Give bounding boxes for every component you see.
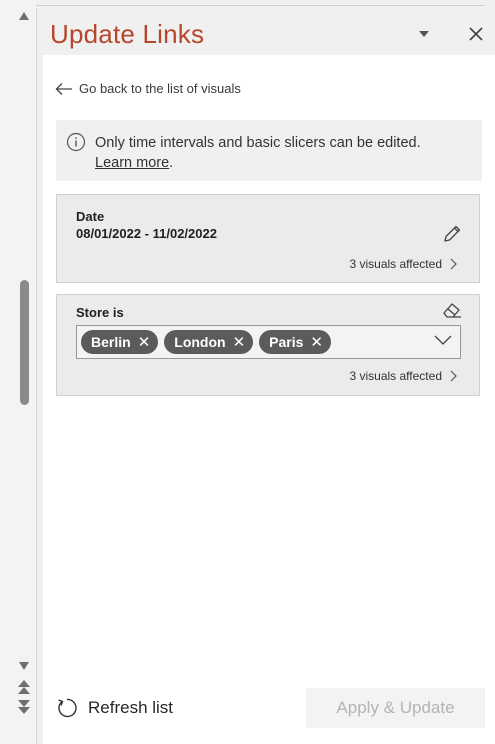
refresh-list-button[interactable]: Refresh list [56,697,173,719]
info-icon [66,132,86,152]
chevron-down-icon[interactable] [434,334,452,346]
close-icon[interactable] [467,25,485,43]
store-multiselect[interactable]: Berlin ✕ London ✕ Paris ✕ [76,325,461,359]
store-filter-card: Store is Berlin ✕ London ✕ Paris ✕ 3 vis… [56,294,480,396]
chip-paris: Paris ✕ [259,330,331,354]
date-visuals-affected[interactable]: 3 visuals affected [349,257,457,271]
apply-and-update-button[interactable]: Apply & Update [306,688,485,728]
learn-more-link[interactable]: Learn more [95,155,169,171]
remove-chip-icon[interactable]: ✕ [138,335,151,350]
scroll-thumb[interactable] [20,280,29,405]
chip-berlin: Berlin ✕ [81,330,159,354]
arrow-left-icon [55,82,72,95]
vertical-scrollbar[interactable] [0,0,37,744]
pane-header: Update Links [43,17,495,55]
update-links-pane: Update Links Go back to the list of visu… [43,17,495,744]
info-text: Only time intervals and basic slicers ca… [95,135,421,151]
back-link-label: Go back to the list of visuals [79,81,241,96]
date-filter-card[interactable]: Date 08/01/2022 - 11/02/2022 3 visuals a… [56,194,480,283]
store-label: Store is [76,305,124,320]
back-to-visuals-link[interactable]: Go back to the list of visuals [55,81,241,96]
date-affected-label: 3 visuals affected [349,257,442,271]
pane-title: Update Links [50,19,205,49]
chip-label: Berlin [91,334,131,350]
date-label: Date [76,209,105,224]
page-down-icon[interactable] [17,699,31,715]
info-message: Only time intervals and basic slicers ca… [56,120,482,181]
chevron-right-icon [450,370,457,382]
store-visuals-affected[interactable]: 3 visuals affected [349,369,457,383]
scroll-up-arrow-icon[interactable] [19,12,29,20]
chip-label: London [174,334,226,350]
chip-london: London ✕ [164,330,254,354]
page-up-icon[interactable] [17,679,31,695]
chevron-right-icon [450,258,457,270]
pane-options-dropdown-icon[interactable] [418,30,430,38]
eraser-clear-icon[interactable] [441,300,463,320]
remove-chip-icon[interactable]: ✕ [310,335,323,350]
scroll-down-arrow-icon[interactable] [19,662,29,670]
chip-label: Paris [269,334,304,350]
refresh-list-label: Refresh list [88,698,174,717]
window-top-edge [36,0,495,8]
store-affected-label: 3 visuals affected [349,369,442,383]
date-range-value: 08/01/2022 - 11/02/2022 [76,226,217,241]
refresh-icon [58,698,77,718]
info-period: . [169,155,174,171]
pencil-edit-icon[interactable] [442,224,462,244]
remove-chip-icon[interactable]: ✕ [233,335,246,350]
